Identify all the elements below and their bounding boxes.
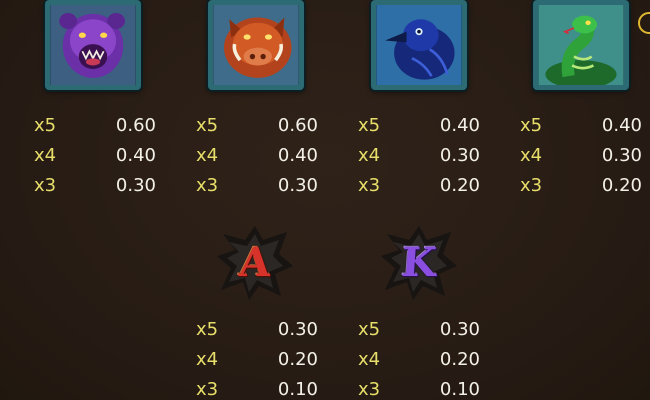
pay-row: x4 0.30 bbox=[358, 141, 480, 171]
multiplier-label: x5 bbox=[196, 319, 219, 340]
multiplier-label: x5 bbox=[34, 115, 57, 136]
multiplier-label: x3 bbox=[196, 379, 219, 400]
payout-value: 0.60 bbox=[115, 115, 156, 136]
multiplier-label: x5 bbox=[358, 319, 381, 340]
payout-value: 0.60 bbox=[277, 115, 318, 136]
multiplier-label: x4 bbox=[196, 349, 219, 370]
paytable-bear: x5 0.60 x4 0.40 x3 0.30 bbox=[34, 111, 156, 201]
payout-value: 0.30 bbox=[439, 145, 480, 166]
multiplier-label: x4 bbox=[196, 145, 219, 166]
pay-row: x5 0.30 bbox=[358, 315, 480, 345]
paytable-page: x5 0.60 x4 0.40 x3 0.30 x5 0.60 x4 0.40 x3 0.3… bbox=[0, 0, 650, 400]
pay-row: x3 0.30 bbox=[196, 171, 318, 201]
paytable-letter-a: x5 0.30 x4 0.20 x3 0.10 bbox=[196, 315, 318, 400]
multiplier-label: x5 bbox=[196, 115, 219, 136]
snake-icon bbox=[533, 0, 629, 90]
payout-value: 0.40 bbox=[439, 115, 480, 136]
pay-row: x3 0.20 bbox=[520, 171, 642, 201]
letter-a-icon: A bbox=[215, 222, 295, 302]
info-ring-icon[interactable] bbox=[638, 12, 650, 34]
multiplier-label: x4 bbox=[358, 349, 381, 370]
letter-a-glyph: A bbox=[237, 238, 273, 286]
multiplier-label: x3 bbox=[358, 175, 381, 196]
payout-value: 0.30 bbox=[115, 175, 156, 196]
payout-value: 0.20 bbox=[277, 349, 318, 370]
multiplier-label: x4 bbox=[34, 145, 57, 166]
snake-art bbox=[538, 5, 624, 85]
paytable-raven: x5 0.40 x4 0.30 x3 0.20 bbox=[358, 111, 480, 201]
letter-k-icon: K bbox=[379, 222, 459, 302]
bear-icon bbox=[45, 0, 141, 90]
payout-value: 0.40 bbox=[601, 115, 642, 136]
payout-value: 0.30 bbox=[277, 175, 318, 196]
payout-value: 0.20 bbox=[439, 349, 480, 370]
multiplier-label: x5 bbox=[358, 115, 381, 136]
pay-row: x4 0.40 bbox=[196, 141, 318, 171]
pay-row: x3 0.10 bbox=[196, 375, 318, 400]
pay-row: x4 0.20 bbox=[358, 345, 480, 375]
pay-row: x5 0.40 bbox=[358, 111, 480, 141]
payout-value: 0.20 bbox=[601, 175, 642, 196]
pay-row: x5 0.40 bbox=[520, 111, 642, 141]
payout-value: 0.30 bbox=[277, 319, 318, 340]
pay-row: x4 0.40 bbox=[34, 141, 156, 171]
paytable-snake: x5 0.40 x4 0.30 x3 0.20 bbox=[520, 111, 642, 201]
multiplier-label: x3 bbox=[34, 175, 57, 196]
paytable-boar: x5 0.60 x4 0.40 x3 0.30 bbox=[196, 111, 318, 201]
payout-value: 0.40 bbox=[277, 145, 318, 166]
pay-row: x5 0.60 bbox=[34, 111, 156, 141]
pay-row: x4 0.30 bbox=[520, 141, 642, 171]
boar-art bbox=[213, 5, 299, 85]
multiplier-label: x3 bbox=[520, 175, 543, 196]
pay-row: x3 0.30 bbox=[34, 171, 156, 201]
pay-row: x3 0.20 bbox=[358, 171, 480, 201]
paytable-letter-k: x5 0.30 x4 0.20 x3 0.10 bbox=[358, 315, 480, 400]
raven-icon bbox=[371, 0, 467, 90]
payout-value: 0.30 bbox=[601, 145, 642, 166]
multiplier-label: x5 bbox=[520, 115, 543, 136]
pay-row: x3 0.10 bbox=[358, 375, 480, 400]
payout-value: 0.10 bbox=[439, 379, 480, 400]
pay-row: x5 0.30 bbox=[196, 315, 318, 345]
payout-value: 0.20 bbox=[439, 175, 480, 196]
boar-icon bbox=[208, 0, 304, 90]
multiplier-label: x3 bbox=[358, 379, 381, 400]
payout-value: 0.10 bbox=[277, 379, 318, 400]
bear-art bbox=[50, 5, 136, 85]
raven-art bbox=[376, 5, 462, 85]
multiplier-label: x4 bbox=[358, 145, 381, 166]
pay-row: x4 0.20 bbox=[196, 345, 318, 375]
multiplier-label: x4 bbox=[520, 145, 543, 166]
multiplier-label: x3 bbox=[196, 175, 219, 196]
payout-value: 0.40 bbox=[115, 145, 156, 166]
payout-value: 0.30 bbox=[439, 319, 480, 340]
letter-k-glyph: K bbox=[399, 238, 439, 286]
pay-row: x5 0.60 bbox=[196, 111, 318, 141]
